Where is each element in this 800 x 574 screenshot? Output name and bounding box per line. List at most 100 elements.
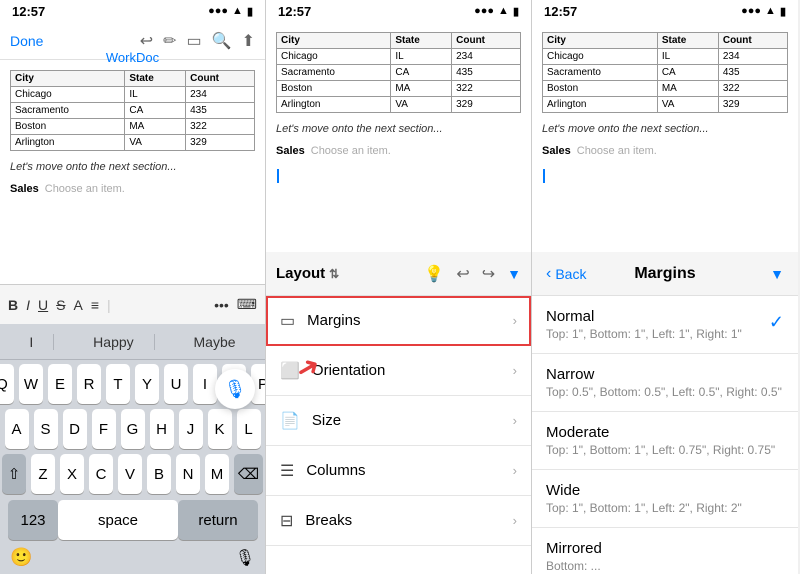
panel-3: 12:57 ●●● ▲ ▮ City State Count ChicagoIL… [532, 0, 798, 574]
key-x[interactable]: X [60, 454, 84, 494]
chevron-right-icon: › [513, 313, 517, 328]
choose-placeholder: Choose an item. [45, 183, 125, 195]
menu-item-columns[interactable]: ☰ Columns › [266, 446, 531, 496]
key-c[interactable]: C [89, 454, 113, 494]
data-table-3: City State Count ChicagoIL234 Sacramento… [542, 32, 788, 113]
breaks-icon: ⊟ [280, 511, 293, 531]
table-row: ArlingtonVA329 [277, 97, 521, 113]
key-r[interactable]: R [77, 364, 101, 404]
key-v[interactable]: V [118, 454, 142, 494]
key-a[interactable]: A [5, 409, 29, 449]
key-t[interactable]: T [106, 364, 130, 404]
device-icon[interactable]: ▭ [187, 31, 202, 51]
underline-button[interactable]: U [38, 297, 48, 313]
margin-option-wide[interactable]: Wide Top: 1", Bottom: 1", Left: 2", Righ… [532, 470, 798, 528]
key-e[interactable]: E [48, 364, 72, 404]
layout-label: Layout [276, 265, 325, 282]
emoji-button[interactable]: 🙂 [10, 547, 32, 568]
table-row: BostonMA322 [277, 81, 521, 97]
done-button[interactable]: Done [10, 33, 43, 49]
chevron-right-icon-5: › [513, 513, 517, 528]
margin-option-normal[interactable]: Normal Top: 1", Bottom: 1", Left: 1", Ri… [532, 296, 798, 354]
sales-field-2[interactable]: Sales Choose an item. [276, 145, 521, 157]
table-row: ChicagoIL234 [11, 87, 255, 103]
margin-name-narrow: Narrow [546, 366, 784, 383]
margin-option-moderate[interactable]: Moderate Top: 1", Bottom: 1", Left: 0.75… [532, 412, 798, 470]
suggest-3[interactable]: Maybe [174, 334, 256, 350]
share-icon[interactable]: ⬆ [242, 31, 255, 51]
more-button[interactable]: ••• [214, 297, 229, 313]
key-k[interactable]: K [208, 409, 232, 449]
chevron-right-icon-2: › [513, 363, 517, 378]
shift-key[interactable]: ⇧ [2, 454, 26, 494]
key-y[interactable]: Y [135, 364, 159, 404]
data-table-1: City State Count ChicagoIL234 Sacramento… [10, 70, 255, 151]
return-key[interactable]: return [178, 500, 258, 540]
kb-bottom-left: 123 [8, 500, 58, 540]
key-n[interactable]: N [176, 454, 200, 494]
key-j[interactable]: J [179, 409, 203, 449]
key-i[interactable]: I [193, 364, 217, 404]
back-chevron-icon: ‹ [546, 265, 551, 283]
key-q[interactable]: Q [0, 364, 14, 404]
key-b[interactable]: B [147, 454, 171, 494]
bulb-icon[interactable]: 💡 [424, 264, 444, 284]
mic-button[interactable]: 🎙 [215, 369, 255, 409]
doc-paragraph-2: Let's move onto the next section... [276, 123, 521, 135]
undo-icon[interactable]: ↩ [140, 31, 153, 51]
key-f[interactable]: F [92, 409, 116, 449]
table-row: ChicagoIL234 [277, 49, 521, 65]
key-w[interactable]: W [19, 364, 43, 404]
time-2: 12:57 [278, 4, 311, 19]
italic-button[interactable]: I [26, 297, 30, 313]
key-d[interactable]: D [63, 409, 87, 449]
battery-icon-2: ▮ [513, 5, 519, 18]
margins-dropdown-icon[interactable]: ▼ [770, 266, 784, 282]
panel-1: 12:57 ●●● ▲ ▮ Done WorkDoc ↩ ✏ ▭ 🔍 ⬆ Cit… [0, 0, 266, 574]
back-label: Back [555, 266, 586, 282]
margin-option-mirrored[interactable]: Mirrored Bottom: ... [532, 528, 798, 574]
sales-field[interactable]: Sales Choose an item. [10, 183, 255, 195]
key-s[interactable]: S [34, 409, 58, 449]
backspace-key[interactable]: ⌫ [234, 454, 263, 494]
layout-chevron-icon: ⇅ [329, 267, 339, 281]
space-key[interactable]: space [58, 500, 178, 540]
menu-item-margins[interactable]: ▭ Margins › [266, 296, 531, 346]
numbers-key[interactable]: 123 [8, 500, 58, 540]
app-title: WorkDoc [106, 50, 159, 65]
key-m[interactable]: M [205, 454, 229, 494]
margin-option-narrow[interactable]: Narrow Top: 0.5", Bottom: 0.5", Left: 0.… [532, 354, 798, 412]
pen-icon[interactable]: ✏ [163, 31, 176, 51]
key-l[interactable]: L [237, 409, 261, 449]
format-bar: B I U S A ≡ | ••• ⌨ [0, 284, 265, 324]
redo-icon[interactable]: ↪ [482, 264, 495, 284]
table-row: ArlingtonVA329 [543, 97, 788, 113]
strikethrough-button[interactable]: S [56, 297, 65, 313]
menu-item-breaks[interactable]: ⊟ Breaks › [266, 496, 531, 546]
app-toolbar-1: Done WorkDoc ↩ ✏ ▭ 🔍 ⬆ [0, 22, 265, 60]
text-color-button[interactable]: A [73, 297, 82, 313]
status-icons-2: ●●● ▲ ▮ [474, 5, 519, 18]
suggest-1[interactable]: I [9, 334, 54, 350]
kb-mic-button[interactable]: 🎙 [235, 548, 255, 568]
back-button[interactable]: ‹ Back [546, 265, 586, 283]
signal-icon-3: ●●● [741, 5, 761, 17]
doc-content-3: City State Count ChicagoIL234 Sacramento… [532, 22, 798, 252]
size-label: Size [312, 412, 341, 429]
dropdown-icon[interactable]: ▼ [507, 266, 521, 282]
key-u[interactable]: U [164, 364, 188, 404]
menu-item-size[interactable]: 📄 Size › [266, 396, 531, 446]
bold-button[interactable]: B [8, 297, 18, 313]
key-z[interactable]: Z [31, 454, 55, 494]
sales-field-3[interactable]: Sales Choose an item. [542, 145, 788, 157]
keyboard-button[interactable]: ⌨ [237, 296, 257, 313]
search-icon[interactable]: 🔍 [212, 31, 232, 51]
key-g[interactable]: G [121, 409, 145, 449]
suggest-2[interactable]: Happy [73, 334, 154, 350]
margin-name-wide: Wide [546, 482, 784, 499]
key-h[interactable]: H [150, 409, 174, 449]
col-count: Count [186, 71, 255, 87]
list-button[interactable]: ≡ [91, 297, 99, 313]
status-bar-1: 12:57 ●●● ▲ ▮ [0, 0, 265, 22]
undo-icon-2[interactable]: ↩ [456, 264, 469, 284]
